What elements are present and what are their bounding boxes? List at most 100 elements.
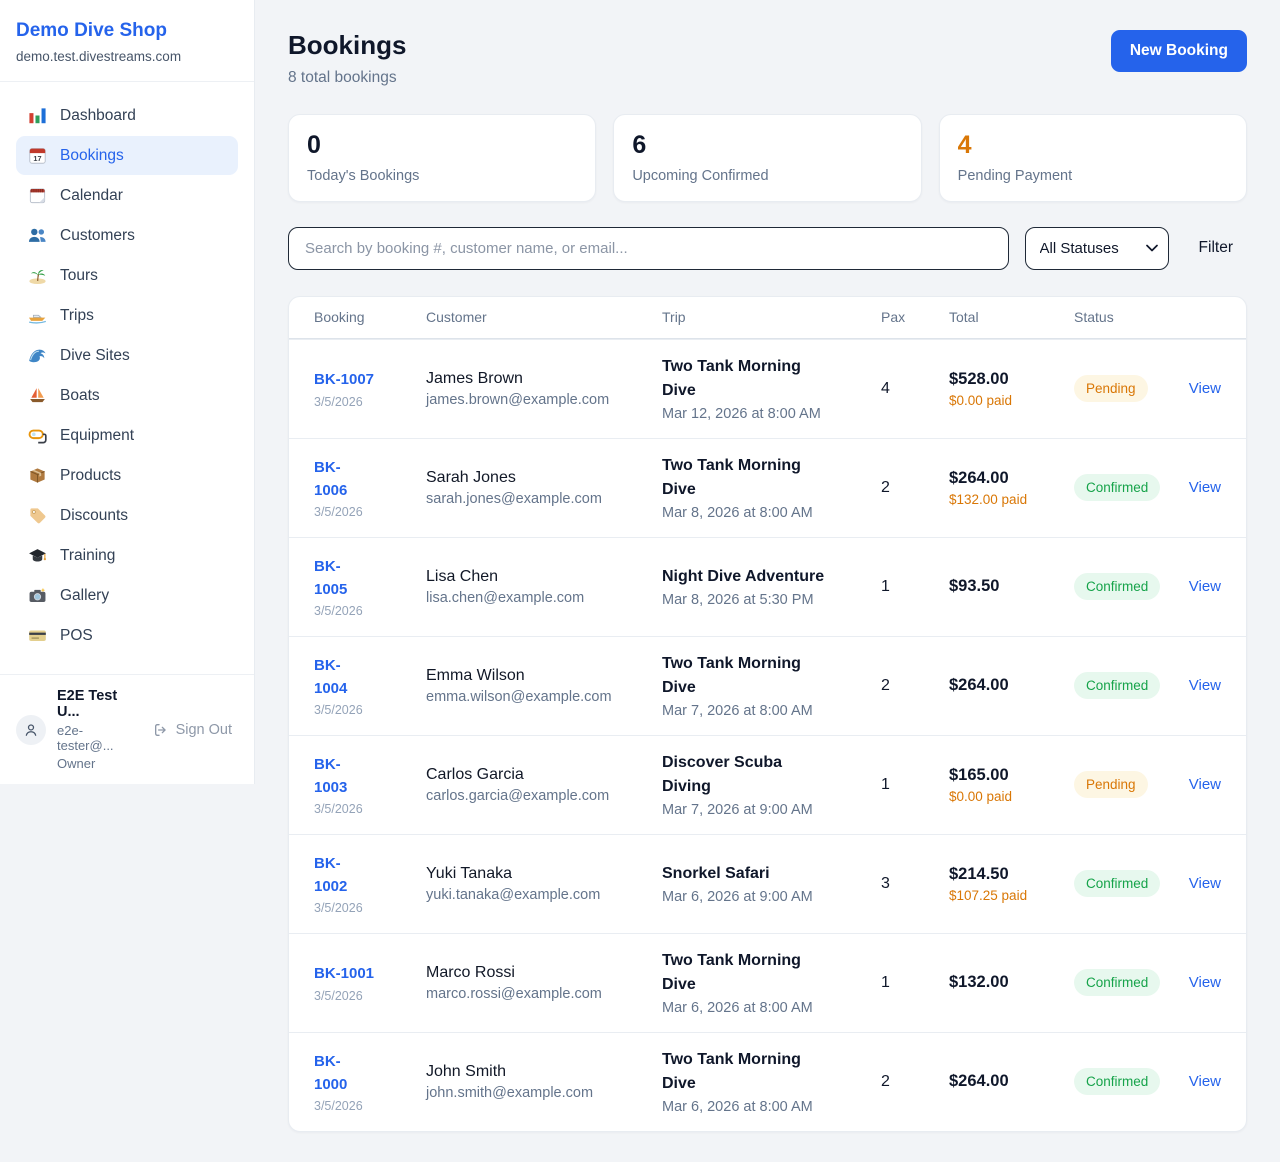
dive-mask-icon <box>28 426 47 445</box>
tear-calendar-icon <box>28 186 47 205</box>
status-badge: Confirmed <box>1074 870 1160 897</box>
sidebar-item-label: POS <box>60 627 93 645</box>
sidebar-item-trips[interactable]: Trips <box>16 296 238 335</box>
sidebar-item-customers[interactable]: Customers <box>16 216 238 255</box>
table-row: BK-10003/5/2026 John Smithjohn.smith@exa… <box>289 1032 1246 1131</box>
sidebar-item-equipment[interactable]: Equipment <box>16 416 238 455</box>
col-header-customer: Customer <box>426 309 662 325</box>
sidebar-item-pos[interactable]: POS <box>16 616 238 655</box>
total-amount: $93.50 <box>949 577 1060 596</box>
customer-name: Yuki Tanaka <box>426 865 648 883</box>
sidebar-item-bookings[interactable]: 17 Bookings <box>16 136 238 175</box>
view-link[interactable]: View <box>1189 380 1221 397</box>
stat-label: Upcoming Confirmed <box>632 168 902 184</box>
sidebar-item-dashboard[interactable]: Dashboard <box>16 96 238 135</box>
user-box: E2E Test U... e2e-tester@... Owner Sign … <box>0 674 254 784</box>
trip-name: Two Tank Morning Dive <box>662 355 827 403</box>
sidebar-item-label: Customers <box>60 227 135 245</box>
stat-value: 4 <box>958 132 1228 160</box>
customer-name: Lisa Chen <box>426 568 648 586</box>
page-subtitle: 8 total bookings <box>288 69 406 87</box>
booking-date: 3/5/2026 <box>314 505 412 519</box>
booking-id-link[interactable]: BK-1006 <box>314 456 366 503</box>
svg-text:17: 17 <box>33 154 41 163</box>
sidebar-item-label: Boats <box>60 387 100 405</box>
sidebar-item-label: Gallery <box>60 587 109 605</box>
customer-name: James Brown <box>426 370 648 388</box>
sidebar-item-label: Dive Sites <box>60 347 130 365</box>
sidebar-nav: Dashboard 17 Bookings Calendar Customers… <box>0 82 254 674</box>
amount-paid: $107.25 paid <box>949 888 1060 903</box>
status-badge: Confirmed <box>1074 969 1160 996</box>
booking-date: 3/5/2026 <box>314 901 412 915</box>
view-link[interactable]: View <box>1189 677 1221 694</box>
filter-button[interactable]: Filter <box>1185 233 1247 263</box>
sign-out-button[interactable]: Sign Out <box>147 721 238 739</box>
pax-count: 3 <box>881 875 949 893</box>
sidebar-item-gallery[interactable]: Gallery <box>16 576 238 615</box>
booking-id-link[interactable]: BK-1000 <box>314 1050 366 1097</box>
sidebar-item-training[interactable]: Training <box>16 536 238 575</box>
booking-date: 3/5/2026 <box>314 604 412 618</box>
amount-paid: $0.00 paid <box>949 393 1060 408</box>
sidebar-item-boats[interactable]: Boats <box>16 376 238 415</box>
graduation-cap-icon <box>28 546 47 565</box>
table-row: BK-10013/5/2026 Marco Rossimarco.rossi@e… <box>289 933 1246 1032</box>
status-badge: Confirmed <box>1074 474 1160 501</box>
user-email: e2e-tester@... <box>57 723 136 753</box>
package-icon <box>28 466 47 485</box>
new-booking-button[interactable]: New Booking <box>1111 30 1247 72</box>
bookings-table: Booking Customer Trip Pax Total Status B… <box>288 296 1247 1132</box>
total-amount: $165.00 <box>949 766 1060 785</box>
island-icon <box>28 266 47 285</box>
sidebar-item-tours[interactable]: Tours <box>16 256 238 295</box>
col-header-total: Total <box>949 309 1074 325</box>
customer-email: marco.rossi@example.com <box>426 986 648 1002</box>
customer-name: Sarah Jones <box>426 469 648 487</box>
customer-email: sarah.jones@example.com <box>426 491 648 507</box>
trip-name: Two Tank Morning Dive <box>662 949 827 997</box>
col-header-booking: Booking <box>314 309 426 325</box>
view-link[interactable]: View <box>1189 776 1221 793</box>
sidebar-item-label: Training <box>60 547 115 565</box>
view-link[interactable]: View <box>1189 875 1221 892</box>
page-title: Bookings <box>288 30 406 61</box>
search-input[interactable] <box>288 227 1009 270</box>
shop-name[interactable]: Demo Dive Shop <box>16 20 238 42</box>
stat-card-todays-bookings: 0 Today's Bookings <box>288 114 596 202</box>
col-header-status: Status <box>1074 309 1194 325</box>
table-row: BK-10033/5/2026 Carlos Garciacarlos.garc… <box>289 735 1246 834</box>
view-link[interactable]: View <box>1189 479 1221 496</box>
stat-label: Today's Bookings <box>307 168 577 184</box>
booking-id-link[interactable]: BK-1004 <box>314 654 366 701</box>
user-name: E2E Test U... <box>57 688 136 720</box>
booking-id-link[interactable]: BK-1001 <box>314 962 374 985</box>
customer-name: Carlos Garcia <box>426 766 648 784</box>
table-row: BK-1007 3/5/2026 James Brown james.brown@e… <box>289 339 1246 438</box>
stat-cards: 0 Today's Bookings 6 Upcoming Confirmed … <box>288 114 1247 202</box>
sidebar-item-discounts[interactable]: Discounts <box>16 496 238 535</box>
booking-id-link[interactable]: BK-1003 <box>314 753 366 800</box>
sidebar-item-label: Trips <box>60 307 94 325</box>
booking-id-link[interactable]: BK-1007 <box>314 368 374 391</box>
view-link[interactable]: View <box>1189 974 1221 991</box>
booking-date: 3/5/2026 <box>314 395 412 409</box>
sidebar-item-label: Products <box>60 467 121 485</box>
avatar <box>16 715 46 745</box>
filter-row: All Statuses Filter <box>288 227 1247 270</box>
status-select[interactable]: All Statuses <box>1025 227 1169 270</box>
pax-count: 1 <box>881 578 949 596</box>
sidebar-item-products[interactable]: Products <box>16 456 238 495</box>
view-link[interactable]: View <box>1189 1073 1221 1090</box>
calendar-date-icon: 17 <box>28 146 47 165</box>
pax-count: 2 <box>881 677 949 695</box>
stat-label: Pending Payment <box>958 168 1228 184</box>
customer-email: james.brown@example.com <box>426 392 648 408</box>
view-link[interactable]: View <box>1189 578 1221 595</box>
sidebar-item-dive-sites[interactable]: Dive Sites <box>16 336 238 375</box>
col-header-trip: Trip <box>662 309 881 325</box>
booking-id-link[interactable]: BK-1002 <box>314 852 366 899</box>
sidebar-item-calendar[interactable]: Calendar <box>16 176 238 215</box>
booking-id-link[interactable]: BK-1005 <box>314 555 366 602</box>
status-badge: Confirmed <box>1074 1068 1160 1095</box>
